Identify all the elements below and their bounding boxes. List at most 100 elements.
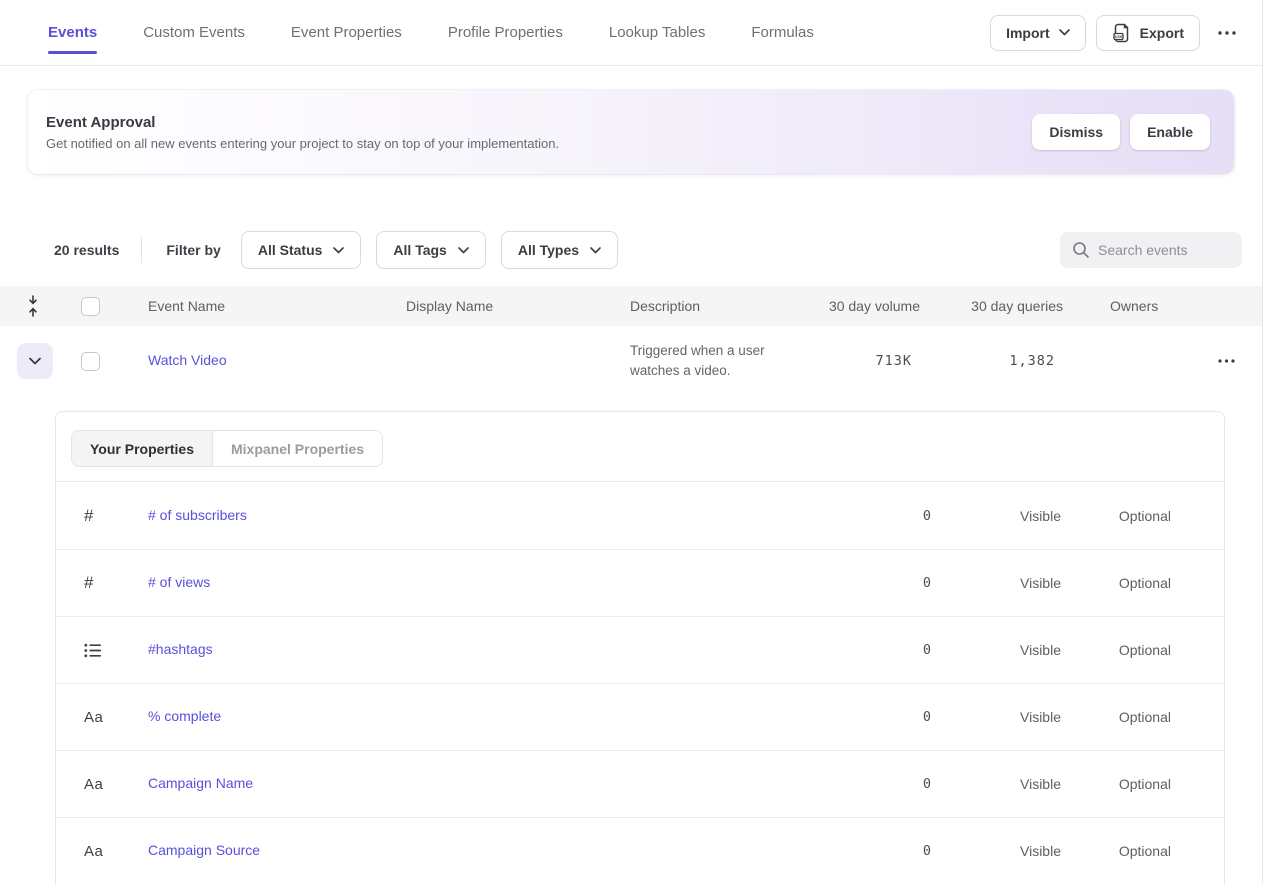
more-options-icon (1218, 31, 1236, 35)
import-button[interactable]: Import (990, 15, 1086, 51)
property-count: 0 (812, 776, 932, 792)
row-more-options-button[interactable] (1209, 343, 1243, 379)
property-visibility: Visible (932, 776, 1061, 792)
property-requirement: Optional (1061, 843, 1171, 859)
property-row: Aa % complete 0 Visible Optional (56, 683, 1224, 750)
event-name-link[interactable]: Watch Video (148, 352, 227, 368)
column-header-event-name: Event Name (148, 298, 406, 314)
search-box (1060, 232, 1242, 268)
property-requirement: Optional (1061, 642, 1171, 658)
queries-cell: 1,382 (920, 353, 1063, 369)
results-count: 20 results (54, 242, 119, 258)
property-count: 0 (812, 843, 932, 859)
property-requirement: Optional (1061, 575, 1171, 591)
more-options-button[interactable] (1210, 15, 1244, 51)
types-filter-label: All Types (518, 242, 579, 258)
export-button[interactable]: csv Export (1096, 15, 1200, 51)
collapse-row-button[interactable] (17, 343, 53, 379)
tab-events[interactable]: Events (48, 24, 97, 41)
select-all-checkbox[interactable] (81, 297, 100, 316)
property-name-link[interactable]: # of subscribers (148, 507, 247, 523)
column-header-volume: 30 day volume (800, 298, 920, 314)
chevron-down-icon (458, 247, 469, 254)
tab-event-properties[interactable]: Event Properties (291, 24, 402, 41)
filter-toolbar: 20 results Filter by All Status All Tags… (54, 231, 1242, 269)
properties-panel: Your Properties Mixpanel Properties # # … (55, 411, 1225, 884)
property-name-link[interactable]: Campaign Name (148, 775, 253, 791)
chevron-down-icon (590, 247, 601, 254)
tab-custom-events[interactable]: Custom Events (143, 24, 245, 41)
property-name-link[interactable]: #hashtags (148, 641, 213, 657)
property-count: 0 (812, 642, 932, 658)
property-name-link[interactable]: Campaign Source (148, 842, 260, 858)
chevron-down-icon (333, 247, 344, 254)
tab-profile-properties[interactable]: Profile Properties (448, 24, 563, 41)
collapse-rows-icon (27, 295, 39, 317)
banner-description: Get notified on all new events entering … (46, 136, 559, 151)
property-count: 0 (812, 575, 932, 591)
property-count: 0 (812, 508, 932, 524)
property-requirement: Optional (1061, 709, 1171, 725)
property-row: # # of views 0 Visible Optional (56, 549, 1224, 616)
text-type-icon: Aa (56, 776, 148, 793)
table-header: Event Name Display Name Description 30 d… (0, 286, 1262, 326)
top-actions: Import csv Export (990, 15, 1244, 51)
collapse-all-button[interactable] (0, 295, 66, 317)
tags-filter-dropdown[interactable]: All Tags (376, 231, 485, 269)
tab-formulas[interactable]: Formulas (751, 24, 814, 41)
csv-file-icon: csv (1112, 23, 1131, 43)
column-header-description: Description (630, 298, 800, 314)
import-button-label: Import (1006, 25, 1050, 41)
column-header-display-name: Display Name (406, 298, 630, 314)
export-button-label: Export (1140, 25, 1184, 41)
property-visibility: Visible (932, 843, 1061, 859)
column-header-owners: Owners (1063, 298, 1190, 314)
banner-title: Event Approval (46, 114, 559, 131)
tab-lookup-tables[interactable]: Lookup Tables (609, 24, 705, 41)
table-row: Watch Video Triggered when a user watche… (0, 326, 1262, 396)
property-row: #hashtags 0 Visible Optional (56, 616, 1224, 683)
property-count: 0 (812, 709, 932, 725)
dismiss-button[interactable]: Dismiss (1032, 114, 1120, 150)
properties-panel-tabs: Your Properties Mixpanel Properties (56, 412, 1224, 482)
number-type-icon: # (56, 573, 148, 593)
tags-filter-label: All Tags (393, 242, 446, 258)
property-name-link[interactable]: # of views (148, 574, 210, 590)
chevron-down-icon (1059, 29, 1070, 36)
tab-mixpanel-properties[interactable]: Mixpanel Properties (212, 431, 382, 466)
event-approval-banner: Event Approval Get notified on all new e… (28, 90, 1234, 174)
property-visibility: Visible (932, 575, 1061, 591)
top-nav-bar: Events Custom Events Event Properties Pr… (0, 0, 1262, 66)
tab-your-properties[interactable]: Your Properties (72, 431, 212, 466)
divider (141, 237, 142, 263)
types-filter-dropdown[interactable]: All Types (501, 231, 618, 269)
property-requirement: Optional (1061, 508, 1171, 524)
property-requirement: Optional (1061, 776, 1171, 792)
lexicon-window: Events Custom Events Event Properties Pr… (0, 0, 1279, 884)
property-visibility: Visible (932, 709, 1061, 725)
filter-by-label: Filter by (166, 242, 220, 258)
property-visibility: Visible (932, 642, 1061, 658)
property-name-link[interactable]: % complete (148, 708, 221, 724)
row-checkbox[interactable] (81, 352, 100, 371)
app-content: Events Custom Events Event Properties Pr… (0, 0, 1262, 884)
more-options-icon (1218, 359, 1235, 363)
column-header-queries: 30 day queries (920, 298, 1063, 314)
chevron-down-icon (29, 357, 41, 365)
search-icon (1072, 241, 1090, 259)
number-type-icon: # (56, 506, 148, 526)
text-type-icon: Aa (56, 843, 148, 860)
property-row: Aa Campaign Source 0 Visible Optional (56, 817, 1224, 884)
enable-button[interactable]: Enable (1130, 114, 1210, 150)
svg-text:csv: csv (1114, 34, 1122, 39)
scrollbar-track[interactable] (1262, 0, 1279, 884)
description-cell: Triggered when a user watches a video. (630, 341, 800, 381)
status-filter-label: All Status (258, 242, 323, 258)
status-filter-dropdown[interactable]: All Status (241, 231, 362, 269)
property-row: Aa Campaign Name 0 Visible Optional (56, 750, 1224, 817)
banner-text: Event Approval Get notified on all new e… (46, 114, 559, 151)
property-row: # # of subscribers 0 Visible Optional (56, 482, 1224, 549)
banner-actions: Dismiss Enable (1032, 114, 1210, 150)
list-type-icon (56, 643, 148, 658)
text-type-icon: Aa (56, 709, 148, 726)
